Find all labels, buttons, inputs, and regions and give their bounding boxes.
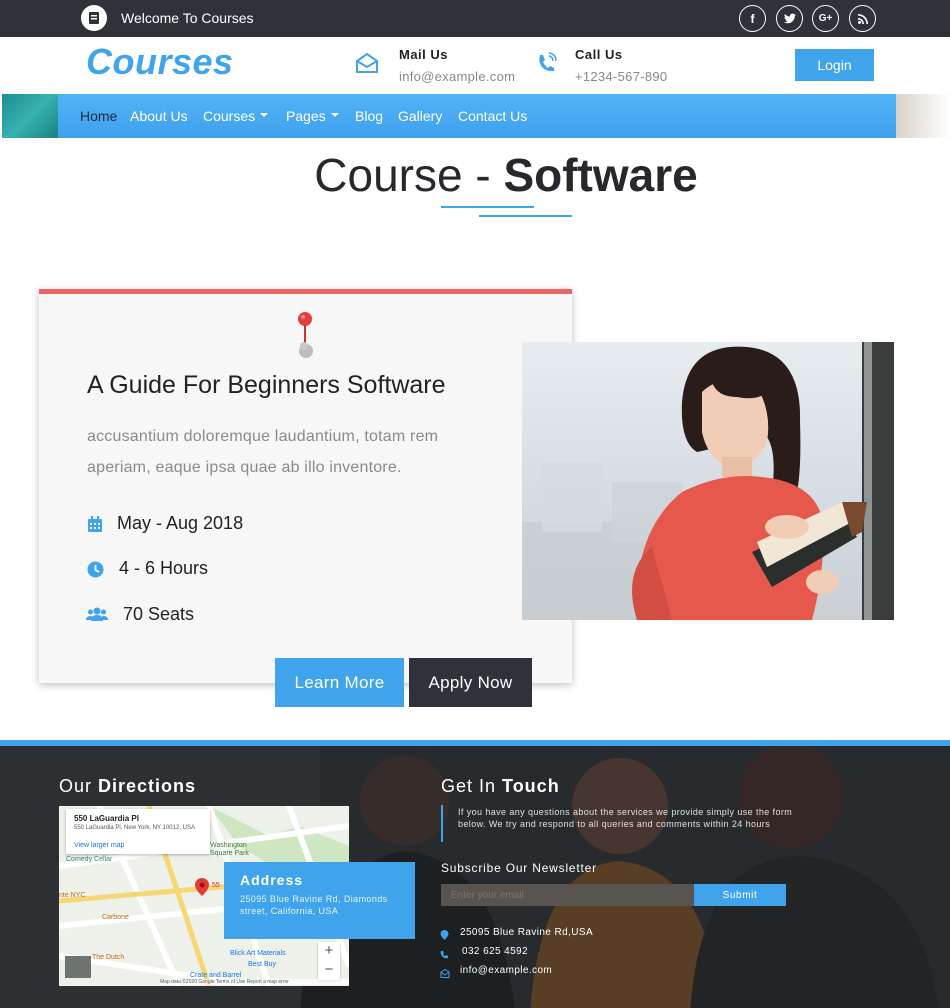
touch-divider: [441, 805, 443, 842]
course-dates: May - Aug 2018: [117, 513, 244, 533]
map-marker-icon[interactable]: [195, 878, 209, 901]
address-box: Address 25095 Blue Ravine Rd, Diamonds s…: [224, 862, 415, 939]
pushpin-icon: [295, 307, 317, 368]
course-seats: 70 Seats: [123, 604, 195, 624]
nav-gallery[interactable]: Gallery: [398, 108, 442, 124]
course-description: accusantium doloremque laudantium, totam…: [87, 428, 439, 476]
newsletter-title: Subscribe Our Newsletter: [441, 861, 597, 875]
clock-icon: [86, 560, 104, 578]
nav-blog[interactable]: Blog: [355, 108, 383, 124]
call-value[interactable]: +1234-567-890: [575, 69, 667, 84]
nav-decoration-right: [896, 94, 950, 138]
map-label: Best Buy: [248, 961, 277, 968]
mail-value[interactable]: info@example.com: [399, 69, 515, 84]
call-title: Call Us: [575, 47, 623, 62]
users-icon: [86, 605, 108, 623]
nav-about-us[interactable]: About Us: [130, 108, 188, 124]
address-text: 25095 Blue Ravine Rd, Diamonds street, C…: [240, 894, 388, 916]
map-label: Crate and Barrel: [190, 972, 242, 979]
mail-title: Mail Us: [399, 47, 449, 62]
title-underline: [441, 206, 534, 208]
login-button[interactable]: Login: [795, 49, 874, 81]
course-title: A Guide For Beginners Software: [87, 371, 446, 399]
welcome-text: Welcome To Courses: [121, 10, 254, 26]
map-label: Carbone: [102, 914, 129, 921]
map-place-name: 550 LaGuardia Pl: [74, 814, 139, 823]
contact-address: 25095 Blue Ravine Rd,USA: [460, 927, 594, 938]
map-label: Comedy Cellar: [66, 856, 113, 863]
nav-home[interactable]: Home: [80, 108, 117, 124]
mail-icon: [440, 965, 450, 983]
chevron-down-icon: [260, 113, 269, 118]
phone-icon: [533, 50, 559, 76]
map-zoom-controls: + −: [318, 942, 340, 980]
nav-pages[interactable]: Pages: [286, 108, 339, 124]
newsletter-submit-button[interactable]: Submit: [694, 884, 786, 906]
top-bar: Welcome To Courses f G+: [0, 0, 950, 37]
map-place-card: 550 LaGuardia Pl 550 LaGuardia Pl, New Y…: [66, 809, 210, 854]
calendar-icon: [86, 515, 104, 533]
contact-phone: 032 625 4592: [462, 946, 528, 957]
phone-icon: [440, 946, 449, 964]
page-title: Course - Software: [314, 149, 698, 201]
nav-contact-us[interactable]: Contact Us: [458, 108, 527, 124]
contact-email[interactable]: info@example.com: [460, 965, 552, 976]
mail-icon: [354, 50, 380, 76]
course-hours: 4 - 6 Hours: [119, 558, 209, 578]
rss-icon[interactable]: [849, 5, 876, 32]
map-label: The Dutch: [92, 954, 125, 961]
map-place-address: 550 LaGuardia Pl, New York, NY 10012, US…: [74, 825, 195, 831]
map-attribution: Map data ©2020 Google Terms of Use Repor…: [160, 979, 349, 985]
map-label: 55: [212, 882, 220, 889]
map-label: Washington Square Park: [210, 842, 249, 857]
logo-icon: [81, 5, 107, 31]
twitter-icon[interactable]: [776, 5, 803, 32]
map-label: nte NYC: [59, 892, 86, 899]
zoom-in-button[interactable]: +: [318, 942, 340, 960]
nav-courses[interactable]: Courses: [203, 108, 269, 124]
map-label: Blick Art Materials: [230, 950, 286, 957]
learn-more-button[interactable]: Learn More: [275, 658, 404, 707]
google-plus-icon[interactable]: G+: [812, 5, 839, 32]
newsletter-email-input[interactable]: [441, 884, 694, 906]
brand-logo[interactable]: Courses: [86, 41, 234, 83]
navbar: Home About Us Courses Pages Blog Gallery…: [0, 94, 950, 138]
nav-decoration-left: [2, 94, 60, 138]
view-larger-map-link[interactable]: View larger map: [74, 842, 124, 849]
address-title: Address: [240, 872, 304, 888]
title-underline: [479, 215, 572, 217]
location-icon: [440, 927, 449, 945]
course-image: [522, 342, 894, 620]
facebook-icon[interactable]: f: [739, 5, 766, 32]
directions-title: Our Directions: [59, 776, 197, 796]
chevron-down-icon: [330, 113, 339, 118]
touch-text: If you have any questions about the serv…: [458, 807, 793, 829]
apply-now-button[interactable]: Apply Now: [409, 658, 532, 707]
get-in-touch-title: Get In Touch: [441, 776, 560, 796]
header: Courses Mail Us info@example.com Call Us…: [0, 37, 950, 94]
zoom-out-button[interactable]: −: [318, 961, 340, 979]
